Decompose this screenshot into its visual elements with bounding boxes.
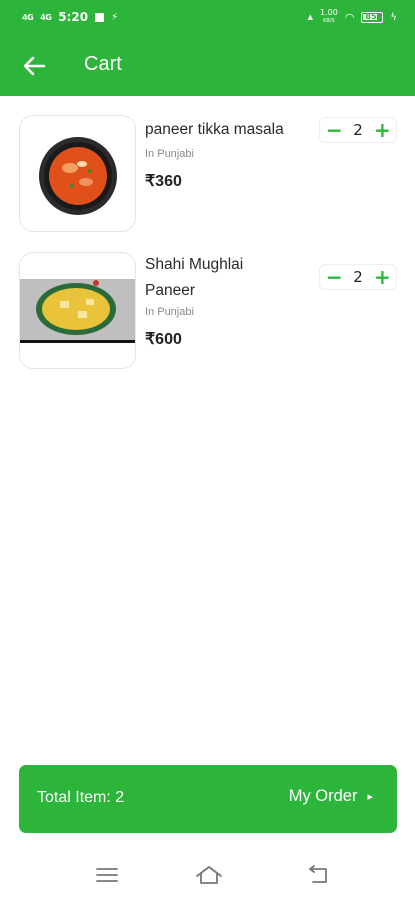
- quantity-value: 2: [353, 268, 363, 286]
- my-order-label: My Order: [288, 787, 358, 805]
- my-order-button[interactable]: My Order ▸: [289, 787, 373, 806]
- notification-icon: [95, 12, 105, 22]
- quantity-stepper: − 2 +: [319, 117, 397, 143]
- charging-icon: ϟ: [390, 11, 397, 23]
- item-name: paneer tikka masala: [145, 121, 284, 138]
- status-time: 5:20: [58, 10, 89, 24]
- network-speed: 1.00 KB/S: [319, 8, 338, 25]
- status-bar: 4G 4G 5:20 ⚡ ▲ 1.00 KB/S ◠ 85 ϟ: [0, 0, 415, 34]
- quantity-stepper: − 2 +: [319, 264, 397, 290]
- paneer-tikka-image: [39, 137, 117, 215]
- system-nav-bar: [0, 850, 415, 900]
- back-arrow-icon[interactable]: [20, 52, 48, 80]
- item-category: In Punjabi: [145, 148, 194, 160]
- return-icon[interactable]: [305, 864, 331, 886]
- item-price: ₹600: [145, 331, 182, 348]
- cart-item: Shahi Mughlai Paneer In Punjabi ₹600 − 2…: [19, 252, 397, 370]
- volte-icon: ▲: [307, 13, 313, 21]
- item-name: Shahi Mughlai Paneer: [145, 256, 244, 299]
- cart-item: paneer tikka masala In Punjabi ₹360 − 2 …: [19, 115, 397, 233]
- home-icon[interactable]: [195, 864, 223, 886]
- app-bar: Cart: [0, 42, 415, 90]
- usb-icon: ⚡: [111, 11, 119, 23]
- cart-summary-bar: Total Item: 2 My Order ▸: [19, 765, 397, 833]
- app-header: 4G 4G 5:20 ⚡ ▲ 1.00 KB/S ◠ 85 ϟ Cart: [0, 0, 415, 96]
- decrease-button[interactable]: −: [326, 120, 343, 140]
- wifi-icon: ◠: [344, 10, 355, 24]
- signal-label-2: 4G: [40, 12, 52, 22]
- item-category: In Punjabi: [145, 306, 194, 318]
- menu-icon[interactable]: [94, 864, 120, 886]
- quantity-value: 2: [353, 121, 363, 139]
- increase-button[interactable]: +: [374, 267, 391, 287]
- caret-right-icon: ▸: [367, 790, 373, 803]
- item-price: ₹360: [145, 173, 182, 190]
- battery-icon: 85: [361, 11, 384, 23]
- page-title: Cart: [84, 53, 122, 75]
- shahi-paneer-image: [20, 279, 135, 343]
- item-image: [19, 115, 136, 232]
- item-image: [19, 252, 136, 369]
- signal-label-1: 4G: [22, 12, 34, 22]
- increase-button[interactable]: +: [374, 120, 391, 140]
- decrease-button[interactable]: −: [326, 267, 343, 287]
- total-items-label: Total Item: 2: [37, 789, 125, 806]
